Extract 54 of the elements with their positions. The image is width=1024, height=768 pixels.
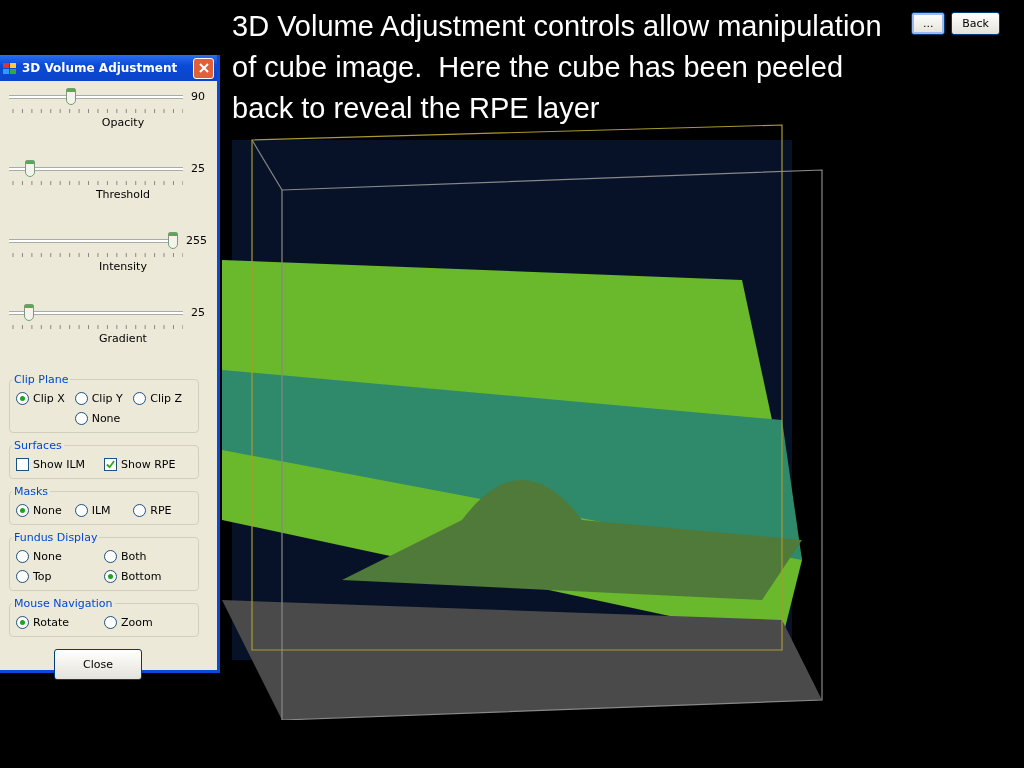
- radio-option[interactable]: Clip Z: [133, 391, 183, 405]
- radio-option[interactable]: Clip Y: [74, 391, 123, 405]
- radio-button[interactable]: [16, 615, 29, 629]
- slider-value: 255: [186, 233, 207, 247]
- radio-button[interactable]: [104, 615, 117, 629]
- ellipsis-button[interactable]: ...: [911, 12, 946, 35]
- slide-caption: 3D Volume Adjustment controls allow manipulation of cube image. Here the cube has been peeled back to reveal the RPE layer: [232, 9, 883, 126]
- radio-option[interactable]: None: [16, 549, 62, 563]
- radio-button[interactable]: [16, 549, 29, 563]
- radio-button[interactable]: [74, 411, 88, 425]
- checkbox[interactable]: [16, 457, 29, 471]
- slider-handle[interactable]: [168, 231, 178, 249]
- radio-option[interactable]: Zoom: [104, 615, 153, 629]
- slider-label: Threshold: [95, 188, 151, 201]
- radio-button[interactable]: [16, 569, 29, 583]
- radio-button[interactable]: [74, 391, 88, 405]
- slider-label: Opacity: [101, 116, 145, 129]
- slider-value: 90: [191, 89, 205, 103]
- group-title: Fundus Display: [13, 531, 99, 544]
- radio-button[interactable]: [16, 391, 29, 405]
- radio-option[interactable]: Rotate: [16, 615, 69, 629]
- group-title: Masks: [13, 485, 50, 498]
- slider-handle[interactable]: [66, 87, 77, 105]
- window-title: 3D Volume Adjustment: [22, 61, 179, 75]
- group-title: Clip Plane: [13, 373, 70, 386]
- close-icon[interactable]: [193, 57, 214, 79]
- radio-option[interactable]: None: [16, 503, 62, 517]
- radio-option[interactable]: Bottom: [104, 569, 162, 583]
- radio-option[interactable]: RPE: [133, 503, 172, 517]
- radio-option[interactable]: None: [74, 411, 121, 425]
- slider-value: 25: [191, 305, 205, 319]
- checkbox-option[interactable]: Show ILM: [16, 457, 86, 471]
- radio-option[interactable]: ILM: [74, 503, 111, 517]
- radio-button[interactable]: [104, 549, 117, 563]
- close-button[interactable]: Close: [54, 649, 142, 680]
- radio-button[interactable]: [104, 569, 117, 583]
- radio-option[interactable]: Top: [16, 569, 52, 583]
- slider-label: Intensity: [99, 260, 147, 273]
- radio-button[interactable]: [133, 391, 147, 405]
- radio-button[interactable]: [16, 503, 29, 517]
- slider-value: 25: [191, 161, 205, 175]
- back-button[interactable]: Back: [951, 12, 1000, 35]
- radio-option[interactable]: Both: [104, 549, 147, 563]
- checkbox[interactable]: [104, 457, 117, 471]
- radio-option[interactable]: Clip X: [16, 391, 65, 405]
- group-title: Mouse Navigation: [13, 597, 114, 610]
- slider-label: Gradient: [99, 332, 147, 345]
- slider-handle[interactable]: [25, 159, 36, 177]
- group-title: Surfaces: [13, 439, 63, 452]
- slider-handle[interactable]: [23, 303, 34, 321]
- app-icon: [3, 61, 17, 75]
- radio-button[interactable]: [133, 503, 147, 517]
- checkbox-option[interactable]: Show RPE: [104, 457, 176, 471]
- radio-button[interactable]: [74, 503, 88, 517]
